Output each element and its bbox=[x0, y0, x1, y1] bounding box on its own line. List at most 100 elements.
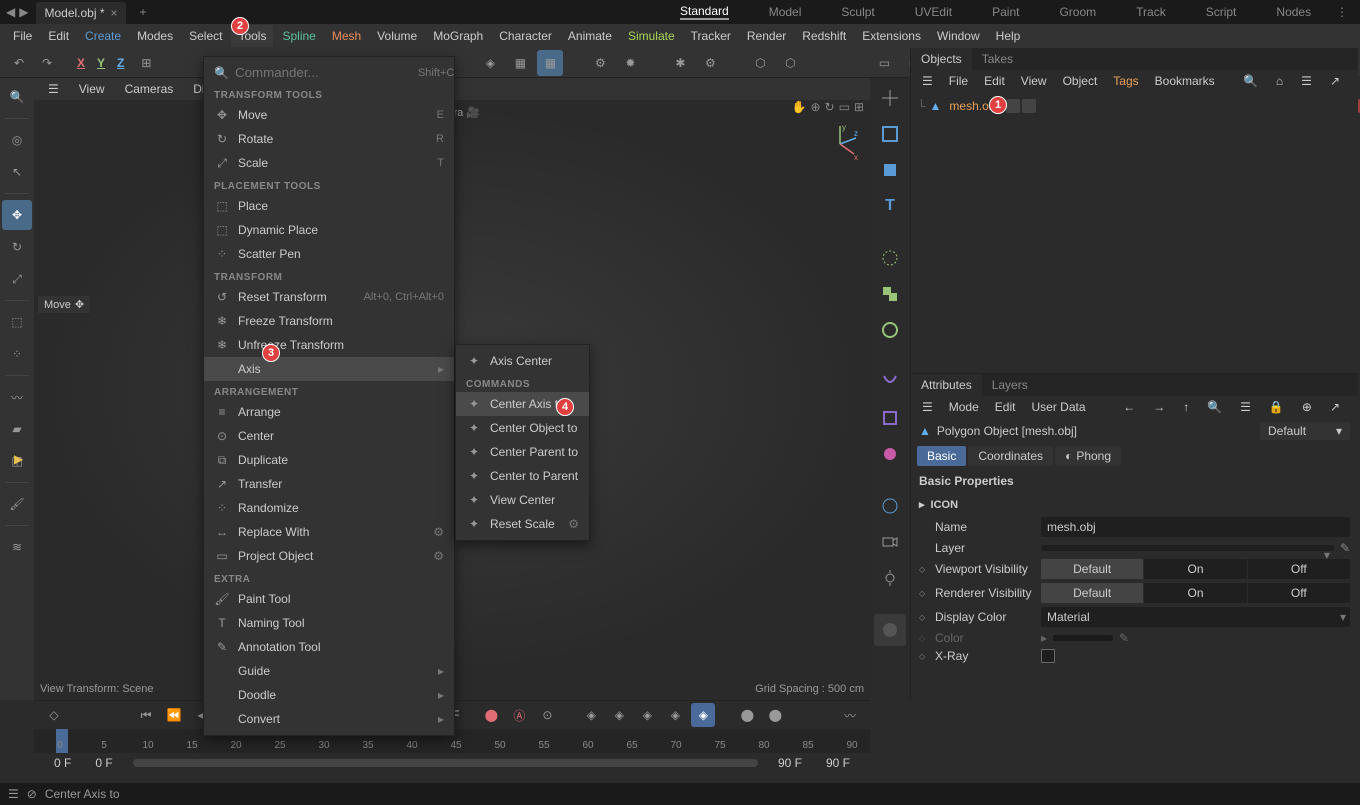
tab-phong[interactable]: ◐Phong bbox=[1055, 446, 1121, 466]
param-key-button[interactable]: ◈ bbox=[663, 703, 687, 727]
home-icon[interactable]: ⌂ bbox=[1269, 72, 1290, 90]
item-duplicate[interactable]: ⧉Duplicate bbox=[204, 448, 454, 472]
menu-file[interactable]: File bbox=[6, 25, 39, 47]
instance-button[interactable] bbox=[874, 278, 906, 310]
tree-row[interactable]: └ ▲ mesh.obj bbox=[917, 96, 1352, 116]
item-center-to-parent[interactable]: ✦Center to Parent bbox=[456, 464, 589, 488]
menu-simulate[interactable]: Simulate bbox=[621, 25, 682, 47]
scatter-tool[interactable]: ⁘ bbox=[2, 339, 32, 369]
layout-uvedit[interactable]: UVEdit bbox=[915, 5, 952, 19]
gear-icon[interactable]: ⚙ bbox=[433, 549, 444, 563]
color-swatch[interactable] bbox=[1053, 635, 1113, 641]
icon-group-header[interactable]: ▸ ICON bbox=[911, 494, 1358, 515]
selection-button[interactable] bbox=[874, 242, 906, 274]
camera-button[interactable] bbox=[874, 526, 906, 558]
menu-help[interactable]: Help bbox=[989, 25, 1028, 47]
render-gear-button[interactable]: ✹ bbox=[617, 50, 643, 76]
item-unfreeze-transform[interactable]: ❄Unfreeze Transform bbox=[204, 333, 454, 357]
symmetry-gear-button[interactable]: ⚙ bbox=[697, 50, 723, 76]
axis-z[interactable]: Z bbox=[112, 54, 129, 72]
new-tab-button[interactable]: + bbox=[134, 5, 153, 19]
frame-icon[interactable]: ▭ bbox=[839, 100, 850, 114]
gear-icon[interactable]: ⚙ bbox=[433, 525, 444, 539]
item-center[interactable]: ⊙Center bbox=[204, 424, 454, 448]
menu-extensions[interactable]: Extensions bbox=[855, 25, 928, 47]
gear-icon[interactable]: ⚙ bbox=[568, 517, 579, 531]
item-reset-scale[interactable]: ✦Reset Scale⚙ bbox=[456, 512, 589, 536]
symmetry-button[interactable]: ✱ bbox=[667, 50, 693, 76]
attr-menu-mode[interactable]: Mode bbox=[942, 398, 986, 416]
rot-key-button[interactable]: ◈ bbox=[607, 703, 631, 727]
render-badge[interactable] bbox=[1022, 99, 1036, 113]
cursor-tool[interactable]: ↖ bbox=[2, 157, 32, 187]
search-icon[interactable]: 🔍 bbox=[1200, 398, 1229, 416]
range-end-2[interactable]: 90 F bbox=[814, 756, 862, 770]
item-replace-with[interactable]: ↔Replace With⚙ bbox=[204, 520, 454, 544]
undo-button[interactable]: ↶ bbox=[6, 50, 32, 76]
search-icon[interactable]: 🔍 bbox=[1236, 72, 1265, 90]
viewport-visibility-toggle[interactable]: Default On Off bbox=[1041, 559, 1350, 579]
key-diamond-button[interactable]: ◇ bbox=[42, 703, 66, 727]
text-button[interactable]: T bbox=[874, 190, 906, 222]
axis-y[interactable]: Y bbox=[92, 54, 110, 72]
item-place[interactable]: ⬚Place bbox=[204, 194, 454, 218]
brush-tool[interactable]: 🖌 bbox=[2, 489, 32, 519]
zoom-icon[interactable]: ⊕ bbox=[810, 100, 820, 114]
field-button[interactable] bbox=[874, 402, 906, 434]
item-view-center[interactable]: ✦View Center bbox=[456, 488, 589, 512]
commander-search[interactable]: 🔍 Shift+C bbox=[204, 61, 454, 84]
up-icon[interactable]: ↑ bbox=[1176, 398, 1196, 416]
obj-menu-file[interactable]: File bbox=[942, 72, 975, 90]
rotate-tool[interactable]: ↻ bbox=[2, 232, 32, 262]
asset-button[interactable]: ⬡ bbox=[747, 50, 773, 76]
attr-menu-userdata[interactable]: User Data bbox=[1024, 398, 1092, 416]
layout-groom[interactable]: Groom bbox=[1059, 5, 1096, 19]
tab-attributes[interactable]: Attributes bbox=[911, 374, 982, 396]
range-start-2[interactable]: 0 F bbox=[83, 756, 124, 770]
item-move[interactable]: ✥MoveE bbox=[204, 103, 454, 127]
menu-render[interactable]: Render bbox=[740, 25, 793, 47]
hair-tool[interactable]: ≋ bbox=[2, 532, 32, 562]
item-axis[interactable]: Axis▸ bbox=[204, 357, 454, 381]
item-naming-tool[interactable]: TNaming Tool bbox=[204, 611, 454, 635]
pan-icon[interactable]: ✋ bbox=[792, 100, 807, 114]
layer-picker-icon[interactable]: ✎ bbox=[1340, 541, 1350, 555]
forward-icon[interactable]: → bbox=[1146, 398, 1172, 416]
name-input[interactable]: mesh.obj bbox=[1041, 517, 1350, 537]
attr-menu-edit[interactable]: Edit bbox=[988, 398, 1023, 416]
workplane-button[interactable]: ▦ bbox=[537, 50, 563, 76]
obj-menu-view[interactable]: View bbox=[1014, 72, 1054, 90]
key-diamond-icon[interactable]: ◇ bbox=[919, 565, 929, 574]
layout-nodes[interactable]: Nodes bbox=[1276, 5, 1311, 19]
forward-icon[interactable]: ▶ bbox=[19, 5, 28, 19]
tab-takes[interactable]: Takes bbox=[972, 48, 1023, 70]
item-guide[interactable]: Guide▸ bbox=[204, 659, 454, 683]
tab-objects[interactable]: Objects bbox=[911, 48, 972, 70]
menu-window[interactable]: Window bbox=[930, 25, 987, 47]
redo-button[interactable]: ↷ bbox=[34, 50, 60, 76]
marker-button[interactable]: ⬤ bbox=[735, 703, 759, 727]
hamburger-icon[interactable]: ☰ bbox=[915, 72, 940, 90]
key-diamond-icon[interactable]: ◇ bbox=[919, 613, 929, 622]
item-scale[interactable]: ⤢ScaleT bbox=[204, 151, 454, 175]
lock-icon[interactable]: 🔒 bbox=[1262, 398, 1291, 416]
menu-mesh[interactable]: Mesh bbox=[325, 25, 368, 47]
menu-modes[interactable]: Modes bbox=[130, 25, 180, 47]
preset-dropdown[interactable]: Default ▾ bbox=[1260, 422, 1350, 440]
close-icon[interactable]: × bbox=[111, 6, 118, 20]
layout-paint[interactable]: Paint bbox=[992, 5, 1019, 19]
popout-icon[interactable]: ↗ bbox=[1323, 398, 1347, 416]
menu-create[interactable]: Create bbox=[78, 25, 128, 47]
search-input[interactable] bbox=[235, 65, 412, 80]
vp-menu-cameras[interactable]: Cameras bbox=[117, 80, 182, 98]
range-track[interactable] bbox=[133, 759, 758, 767]
scale-tool[interactable]: ⤢ bbox=[2, 264, 32, 294]
menu-edit[interactable]: Edit bbox=[41, 25, 76, 47]
live-select-tool[interactable]: ◎ bbox=[2, 125, 32, 155]
layout-script[interactable]: Script bbox=[1206, 5, 1237, 19]
menu-select[interactable]: Select bbox=[182, 25, 229, 47]
axis-gizmo[interactable]: y z x bbox=[820, 124, 860, 164]
tab-coordinates[interactable]: Coordinates bbox=[968, 446, 1053, 466]
prev-key-button[interactable]: ⏪ bbox=[162, 703, 186, 727]
coord-system-button[interactable]: ⊞ bbox=[133, 50, 159, 76]
